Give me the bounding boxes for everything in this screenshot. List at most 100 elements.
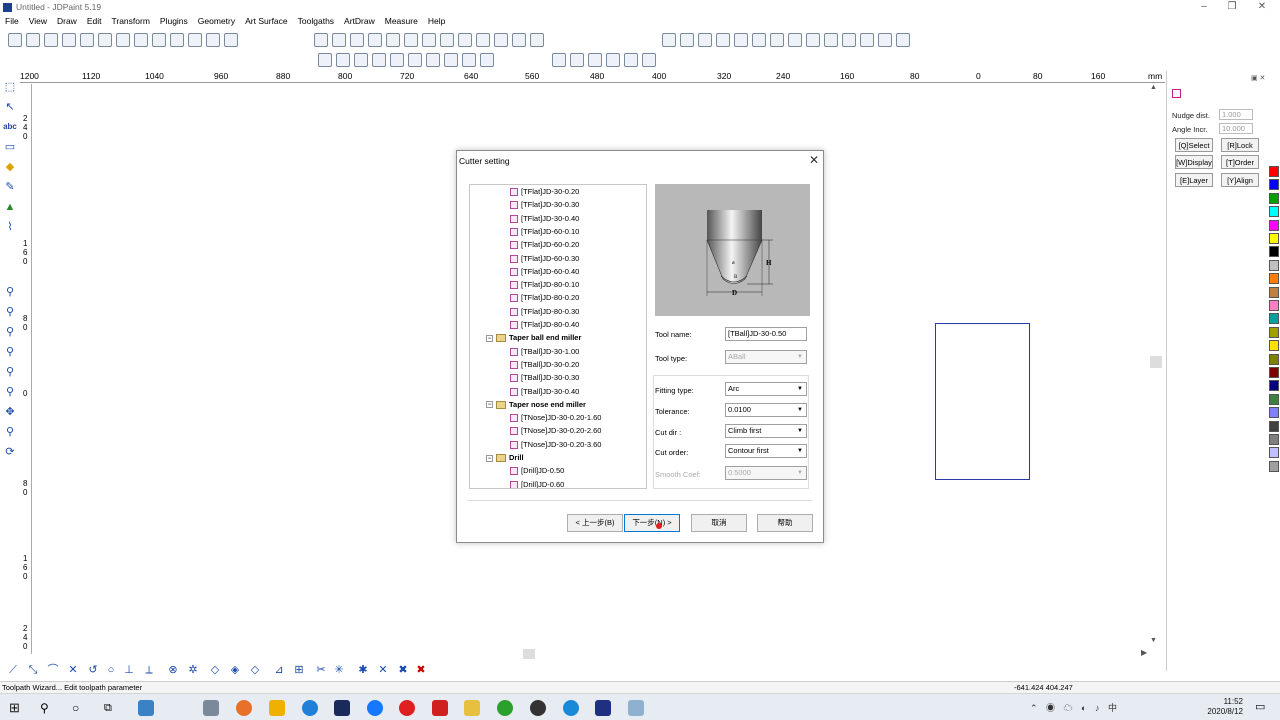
- line-icon[interactable]: [336, 53, 350, 67]
- refresh-icon[interactable]: ⟳: [3, 445, 17, 459]
- plus-icon[interactable]: [552, 53, 566, 67]
- clock[interactable]: 11:52 2020/8/12: [1197, 697, 1243, 717]
- arc-edit-icon[interactable]: ⌒: [46, 663, 60, 677]
- open-file-icon[interactable]: [26, 33, 40, 47]
- tree-item[interactable]: [TNose]JD-30-0.20-1.60: [510, 413, 601, 423]
- edge-icon[interactable]: [302, 700, 318, 716]
- menu-measure[interactable]: Measure: [380, 14, 423, 28]
- ellipse-icon[interactable]: [426, 53, 440, 67]
- center-snap-icon[interactable]: ⊗: [166, 663, 180, 677]
- tree-item[interactable]: [TBall]JD-30-0.40: [510, 387, 579, 397]
- start-icon[interactable]: ⊞: [9, 700, 25, 716]
- scroll-up-icon[interactable]: ▲: [1150, 84, 1157, 91]
- ungroup-icon[interactable]: [842, 33, 856, 47]
- color-swatch[interactable]: [1269, 460, 1279, 472]
- node-edit-icon[interactable]: ↖: [3, 100, 17, 114]
- color-swatch[interactable]: [1269, 367, 1279, 378]
- align-left-icon[interactable]: [662, 33, 676, 47]
- app-icon-2[interactable]: [203, 700, 219, 716]
- app-icon-red[interactable]: [399, 700, 415, 716]
- color-swatch[interactable]: [1269, 420, 1279, 432]
- calculator-icon[interactable]: [138, 700, 154, 716]
- table-icon[interactable]: [806, 33, 820, 47]
- line-edit-icon[interactable]: ⟋: [6, 663, 20, 677]
- maximize-button[interactable]: ❐: [1221, 0, 1243, 14]
- fill-tool-icon[interactable]: ▭: [3, 140, 17, 154]
- extend-icon[interactable]: [368, 33, 382, 47]
- scroll-thumb[interactable]: [1150, 356, 1162, 368]
- nudge-field[interactable]: 1.000: [1219, 109, 1253, 120]
- tree-item[interactable]: [TNose]JD-30-0.20-3.60: [510, 440, 601, 450]
- color-swatch[interactable]: [1269, 192, 1279, 204]
- tool-type-select[interactable]: ABall ▼: [725, 350, 807, 364]
- color-swatch[interactable]: [1269, 246, 1279, 258]
- diamond3-icon[interactable]: ◇: [248, 663, 262, 677]
- bucket-icon[interactable]: ▲: [3, 200, 17, 214]
- diamond2-icon[interactable]: ◈: [228, 663, 242, 677]
- wechat-icon[interactable]: [497, 700, 513, 716]
- collapse-icon[interactable]: −: [486, 334, 493, 342]
- illustrator-icon[interactable]: [269, 700, 285, 716]
- tree-item[interactable]: [TFlat]JD-30-0.30: [510, 200, 579, 210]
- search-icon[interactable]: ⚲: [40, 700, 56, 716]
- tree-item[interactable]: [TFlat]JD-60-0.20: [510, 240, 579, 250]
- color-swatch[interactable]: [1269, 353, 1279, 365]
- menu-plugins[interactable]: Plugins: [155, 14, 193, 28]
- magnifier-icon[interactable]: ⚲: [3, 425, 17, 439]
- color-swatch[interactable]: [1269, 313, 1279, 325]
- corner-icon[interactable]: [386, 33, 400, 47]
- select-box-icon[interactable]: [80, 33, 94, 47]
- horizontal-scrollbar[interactable]: ▶: [33, 648, 1153, 660]
- save-icon[interactable]: [44, 33, 58, 47]
- tree-item[interactable]: [TFlat]JD-80-0.20: [510, 293, 579, 303]
- join-icon[interactable]: [440, 33, 454, 47]
- scroll-right-icon[interactable]: ▶: [1141, 648, 1147, 657]
- align-button[interactable]: [Y]Align: [1221, 173, 1259, 187]
- paste-icon[interactable]: [188, 33, 202, 47]
- curve-edit-icon[interactable]: ⤡: [26, 663, 40, 677]
- bezier-icon[interactable]: [390, 53, 404, 67]
- tree-item[interactable]: [TFlat]JD-60-0.40: [510, 267, 579, 277]
- tree-folder[interactable]: − Taper ball end miller: [486, 333, 581, 343]
- tree-item[interactable]: [TFlat]JD-80-0.40: [510, 320, 579, 330]
- distribute-v-icon[interactable]: [788, 33, 802, 47]
- tree-item[interactable]: [TFlat]JD-60-0.10: [510, 227, 579, 237]
- arc-icon[interactable]: [354, 53, 368, 67]
- copy-icon[interactable]: [170, 33, 184, 47]
- file-explorer-icon[interactable]: [464, 700, 480, 716]
- cut-order-select[interactable]: Contour first ▼: [725, 444, 807, 458]
- cortana-icon[interactable]: ○: [72, 700, 88, 716]
- color-swatch[interactable]: [1269, 340, 1279, 352]
- tool-tree[interactable]: ▲ ▼ [TFlat]JD-30-0.20[TFlat]JD-30-0.30[T…: [469, 184, 647, 489]
- explode-icon[interactable]: ✳: [332, 663, 346, 677]
- leader-icon[interactable]: [588, 53, 602, 67]
- tree-item[interactable]: [TFlat]JD-60-0.30: [510, 254, 579, 264]
- cut-icon[interactable]: [152, 33, 166, 47]
- align-center-icon[interactable]: [680, 33, 694, 47]
- node-icon[interactable]: [494, 33, 508, 47]
- new-file-icon[interactable]: [8, 33, 22, 47]
- tree-item[interactable]: [TBall]JD-30-0.30: [510, 373, 579, 383]
- delete-icon[interactable]: [134, 33, 148, 47]
- trim-bottom-icon[interactable]: ✂: [314, 663, 328, 677]
- menu-draw[interactable]: Draw: [52, 14, 82, 28]
- color-swatch[interactable]: [1269, 434, 1279, 445]
- color-swatch[interactable]: [1269, 219, 1279, 231]
- align-right-icon[interactable]: [698, 33, 712, 47]
- cancel-snap-icon[interactable]: ✖: [414, 663, 428, 677]
- menu-edit[interactable]: Edit: [82, 14, 107, 28]
- app-icon-light[interactable]: [628, 700, 644, 716]
- fitting-type-select[interactable]: Arc ▼: [725, 382, 807, 396]
- zoom-box-icon[interactable]: ⚲: [3, 325, 17, 339]
- crosshair-icon[interactable]: [62, 33, 76, 47]
- tangent-icon[interactable]: ⟂: [142, 663, 156, 677]
- zoom-in-icon[interactable]: ⚲: [3, 285, 17, 299]
- tree-item[interactable]: [Drill]JD-0.60: [510, 480, 564, 488]
- vertical-scrollbar[interactable]: ▲ ▼: [1150, 84, 1162, 650]
- cross-icon[interactable]: ✕: [66, 663, 80, 677]
- align-bottom-icon[interactable]: [752, 33, 766, 47]
- select-tool-icon[interactable]: ⬚: [3, 80, 17, 94]
- collapse-icon[interactable]: −: [486, 454, 493, 462]
- tree-item[interactable]: [TBall]JD-30-0.20: [510, 360, 579, 370]
- photoshop-icon[interactable]: [334, 700, 350, 716]
